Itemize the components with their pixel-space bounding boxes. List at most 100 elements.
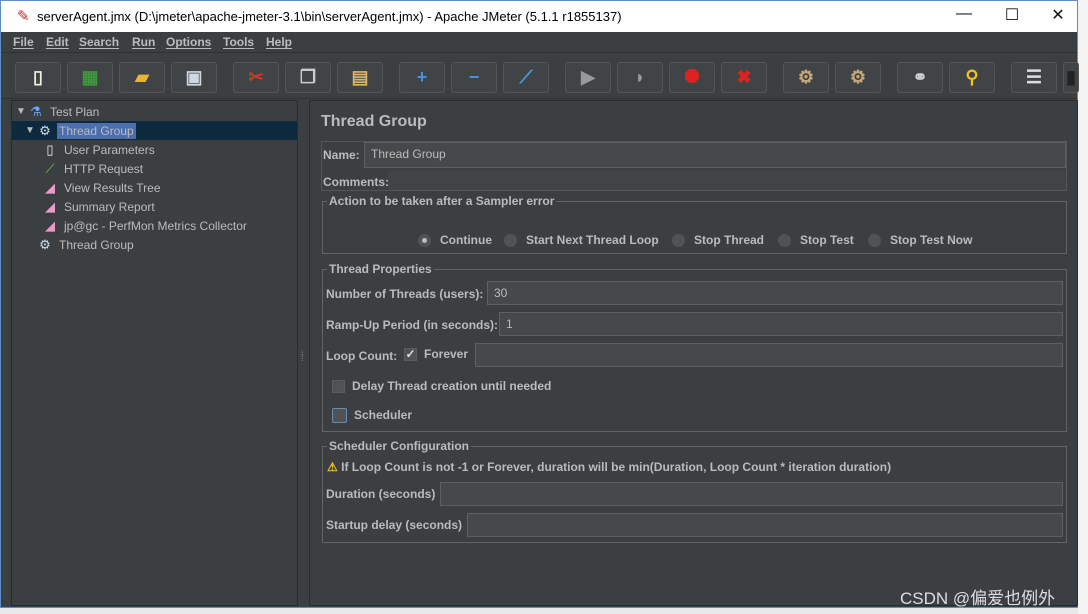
flask-icon: ⚗	[30, 103, 42, 119]
tree-node[interactable]: ▯ User Parameters	[12, 140, 297, 159]
collapse-button[interactable]: −	[451, 62, 497, 93]
sampler-error-legend: Action to be taken after a Sampler error	[329, 194, 555, 208]
menu-help[interactable]: Help	[266, 35, 292, 49]
function-helper-button[interactable]: ☰	[1011, 62, 1057, 93]
clear-icon: ⚙	[797, 67, 815, 87]
radio-circle	[504, 233, 517, 247]
radio-label: Continue	[440, 233, 492, 247]
tree-node[interactable]: ▼ ⚙ Thread Group	[12, 121, 297, 140]
name-label: Name:	[323, 148, 360, 162]
name-input[interactable]: Thread Group	[364, 142, 1066, 168]
rampup-label: Ramp-Up Period (in seconds):	[326, 318, 499, 332]
radio-label: Start Next Thread Loop	[526, 233, 659, 247]
menu-run[interactable]: Run	[132, 35, 155, 49]
menu-search[interactable]: Search	[79, 35, 119, 49]
duration-input[interactable]	[440, 482, 1063, 506]
menu-file[interactable]: File	[13, 35, 34, 49]
tree-node-label: Summary Report	[64, 199, 155, 214]
checkmark-icon: ✓	[404, 347, 417, 362]
checkbox-box	[332, 408, 347, 424]
radio-stop-test-now[interactable]: Stop Test Now	[868, 233, 972, 247]
new-button[interactable]: ▯	[15, 62, 61, 93]
radio-circle	[778, 233, 791, 247]
shutdown-button[interactable]: ✖	[721, 62, 767, 93]
delay-thread-label: Delay Thread creation until needed	[352, 379, 552, 393]
start-icon: ▶	[581, 67, 595, 87]
expand-button[interactable]: +	[399, 62, 445, 93]
search-button[interactable]: ⚭	[897, 62, 943, 93]
new-icon: ▯	[33, 67, 43, 87]
menu-edit[interactable]: Edit	[46, 35, 69, 49]
radio-stop-test[interactable]: Stop Test	[778, 233, 854, 247]
copy-button[interactable]: ❐	[285, 62, 331, 93]
copy-icon: ❐	[299, 67, 317, 87]
gear-icon: ⚙	[39, 236, 51, 252]
comments-input[interactable]	[388, 170, 1066, 190]
tree-node-label: View Results Tree	[64, 180, 161, 195]
help-button[interactable]: ▮	[1063, 62, 1079, 93]
cut-button[interactable]: ✂	[233, 62, 279, 93]
paste-icon: ▤	[351, 67, 369, 87]
radio-circle	[868, 233, 881, 247]
tree-node[interactable]: ◢ Summary Report	[12, 197, 297, 216]
start-no-pauses-button[interactable]: ◗	[617, 62, 663, 93]
close-button[interactable]: ✕	[1035, 5, 1081, 25]
tree-node[interactable]: ⟋ HTTP Request	[12, 159, 297, 178]
radio-start-next-thread-loop[interactable]: Start Next Thread Loop	[504, 233, 659, 247]
tree-node-label: Thread Group	[57, 122, 136, 139]
radio-circle	[418, 233, 431, 247]
help-icon: ▮	[1066, 67, 1076, 87]
duration-label: Duration (seconds)	[326, 487, 436, 501]
minimize-button[interactable]: —	[941, 5, 987, 23]
toggle-icon: ⟋	[519, 67, 533, 87]
pipette-icon: ⟋	[45, 160, 55, 176]
rampup-input[interactable]: 1	[499, 312, 1063, 336]
paste-button[interactable]: ▤	[337, 62, 383, 93]
expand-arrow-icon[interactable]: ▼	[16, 106, 28, 117]
expand-icon: +	[416, 67, 428, 87]
tree-node[interactable]: ◢ jp@gc - PerfMon Metrics Collector	[12, 216, 297, 235]
sampler-error-group: Action to be taken after a Sampler error…	[322, 194, 1067, 254]
open-button[interactable]: ▰	[119, 62, 165, 93]
thread-group-panel: Thread Group Name: Thread Group Comments…	[309, 100, 1078, 606]
maximize-button[interactable]: ☐	[989, 5, 1035, 25]
expand-arrow-icon[interactable]: ▼	[25, 125, 37, 136]
radio-stop-thread[interactable]: Stop Thread	[672, 233, 764, 247]
delay-thread-checkbox[interactable]: Delay Thread creation until needed	[332, 379, 552, 394]
watermark: CSDN @偏爱也例外	[900, 589, 1056, 608]
forever-label: Forever	[424, 347, 469, 361]
shutdown-icon: ✖	[736, 67, 752, 87]
radio-continue[interactable]: Continue	[418, 233, 492, 247]
preprocessor-icon: ▯	[46, 141, 54, 157]
forever-checkbox[interactable]: ✓ Forever	[404, 347, 469, 362]
stop-button[interactable]: ⯃	[669, 62, 715, 93]
test-plan-tree: ▼ ⚗ Test Plan ▼ ⚙ Thread Group ▯ User Parameter…	[11, 100, 298, 606]
collapse-icon: −	[468, 67, 480, 87]
templates-button[interactable]: ▦	[67, 62, 113, 93]
clear-button[interactable]: ⚙	[783, 62, 829, 93]
tree-node-label: User Parameters	[64, 142, 155, 157]
startup-delay-input[interactable]	[467, 513, 1063, 537]
splitter-handle[interactable]: ⁞ ⁞	[298, 100, 309, 606]
reset-search-button[interactable]: ⚲	[949, 62, 995, 93]
clear-all-button[interactable]: ⚙	[835, 62, 881, 93]
save-button[interactable]: ▣	[171, 62, 217, 93]
threads-input[interactable]: 30	[487, 281, 1063, 305]
clear-all-icon: ⚙	[849, 67, 867, 87]
scheduler-checkbox[interactable]: Scheduler	[332, 408, 412, 424]
toggle-button[interactable]: ⟋	[503, 62, 549, 93]
tree-node[interactable]: ⚙ Thread Group	[12, 235, 297, 254]
start-no-pauses-icon: ◗	[634, 67, 646, 87]
checkbox-box	[332, 380, 345, 394]
loop-count-input[interactable]	[475, 343, 1063, 367]
menu-tools[interactable]: Tools	[223, 35, 254, 49]
menu-options[interactable]: Options	[166, 35, 211, 49]
tree-node[interactable]: ◢ View Results Tree	[12, 178, 297, 197]
tree-node-label: jp@gc - PerfMon Metrics Collector	[64, 218, 247, 233]
open-icon: ▰	[135, 67, 149, 87]
start-button[interactable]: ▶	[565, 62, 611, 93]
warning-text: If Loop Count is not -1 or Forever, dura…	[341, 460, 892, 474]
tree-node[interactable]: ▼ ⚗ Test Plan	[12, 102, 297, 121]
startup-delay-label: Startup delay (seconds)	[326, 518, 463, 532]
stop-icon: ⯃	[684, 67, 700, 87]
